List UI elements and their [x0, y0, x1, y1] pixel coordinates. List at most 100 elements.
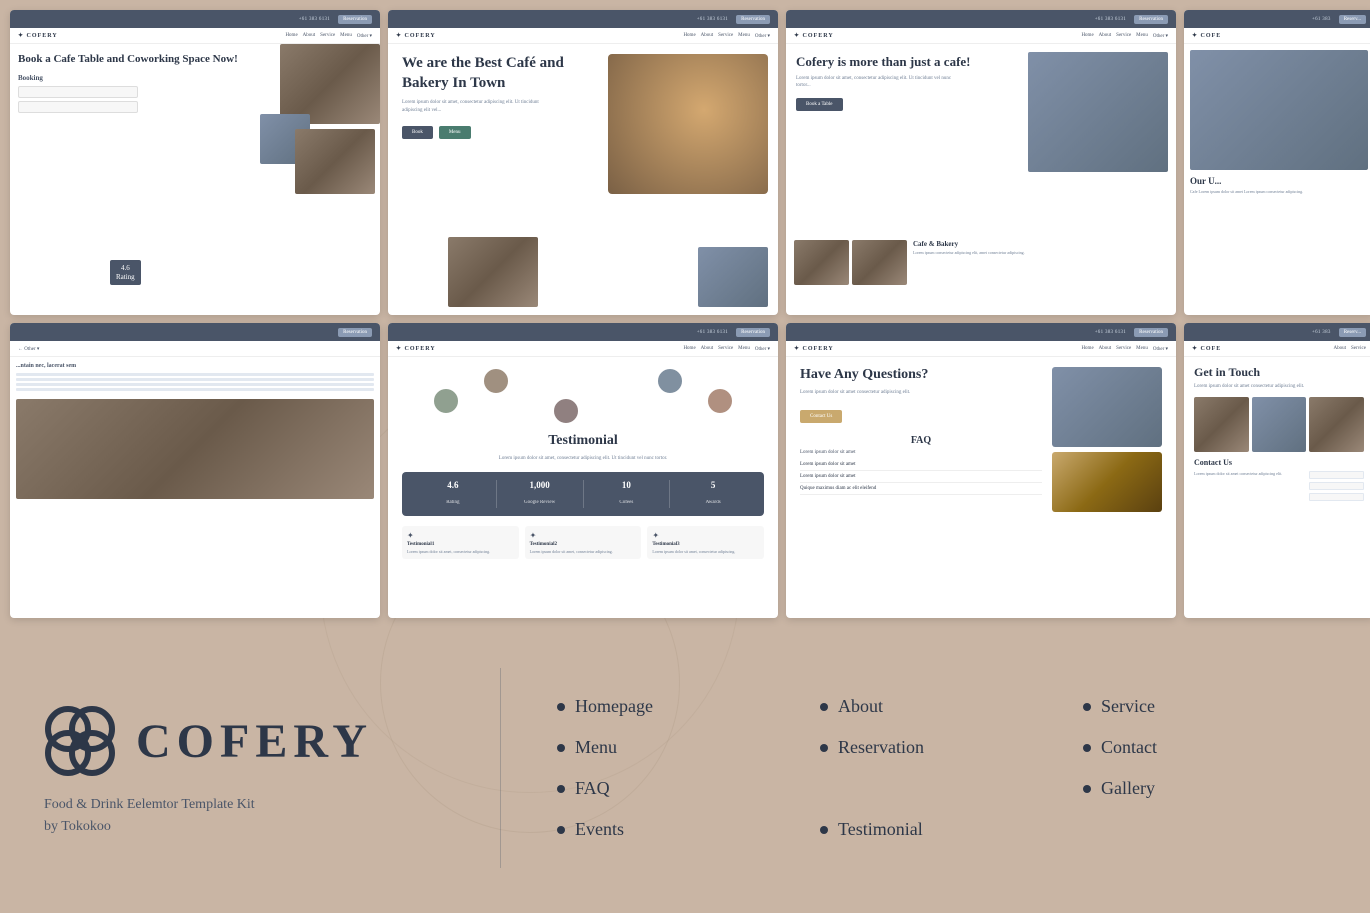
brand-logo: COFERY: [40, 701, 373, 781]
ss6-test-icon1: ✦: [407, 531, 514, 540]
nav-item-service[interactable]: Service: [1067, 686, 1330, 727]
nav-item-faq[interactable]: FAQ: [541, 768, 804, 809]
ss3-nav: ✦ COFERY Home About Service Menu Other ▾: [786, 28, 1176, 44]
ss3-phone: +61 383 6131: [1095, 17, 1126, 22]
ss5-title: ...ntain nec, lacerat sem: [16, 363, 374, 369]
ss6-phone: +61 383 6131: [697, 330, 728, 335]
ss3-nav-other: Other ▾: [1153, 33, 1168, 39]
ss5-nav-other: ← Other ▾: [18, 346, 39, 352]
ss6-stat-awards-value: 5: [674, 480, 752, 490]
ss6-test-icon2: ✦: [530, 531, 637, 540]
ss1-body: Book a Cafe Table and Coworking Space No…: [10, 44, 380, 315]
ss5-person-image: [16, 399, 374, 499]
ss8-gallery-img3: [1309, 397, 1364, 452]
nav-item-contact[interactable]: Contact: [1067, 727, 1330, 768]
ss6-nav-other: Other ▾: [755, 346, 770, 352]
ss5-lines: [16, 373, 374, 391]
ss8-contact-row: Lorem ipsum dolor sit amet consectetur a…: [1194, 471, 1364, 504]
ss7-body: Have Any Questions? Lorem ipsum dolor si…: [786, 357, 1176, 618]
ss6-logo: ✦ COFERY: [396, 345, 436, 352]
ss3-desc: Lorem ipsum dolor sit amet, consectetur …: [796, 75, 956, 90]
ss7-nav: ✦ COFERY Home About Service Menu Other ▾: [786, 341, 1176, 357]
ss6-test-icon3: ✦: [652, 531, 759, 540]
ss1-cafe-image1: [280, 44, 380, 124]
ss3-bakery-text: Cafe & Bakery Lorem ipsum consectetur ad…: [913, 240, 1168, 256]
nav-item-testimonial[interactable]: Testimonial: [804, 809, 1067, 850]
ss6-test-card1: ✦ Testimonial1 Lorem ipsum dolor sit ame…: [402, 526, 519, 559]
ss2-book-btn: Book: [402, 126, 433, 139]
nav-item-homepage[interactable]: Homepage: [541, 686, 804, 727]
nav-label-gallery: Gallery: [1101, 778, 1155, 799]
nav-dot-menu: [557, 744, 565, 752]
ss5-line4: [16, 388, 374, 391]
ss7-nav-about: About: [1099, 346, 1112, 352]
ss4-topbar: +61 383 Reserv...: [1184, 10, 1370, 28]
ss5-nav: ← Other ▾: [10, 341, 380, 357]
ss2-nav-other: Other ▾: [755, 33, 770, 39]
ss6-stat-reviews: 1,000 Google Review: [497, 480, 584, 508]
ss7-nav-service: Service: [1116, 346, 1131, 352]
ss8-nav-service: Service: [1351, 346, 1366, 351]
nav-item-about[interactable]: About: [804, 686, 1067, 727]
ss8-input-message: [1309, 493, 1364, 501]
nav-item-gallery[interactable]: Gallery: [1067, 768, 1330, 809]
ss3-bakery-title: Cafe & Bakery: [913, 240, 1168, 248]
ss7-reservation-btn: Reservation: [1134, 328, 1168, 337]
ss1-input-date: [18, 86, 138, 98]
ss6-avatars: [402, 367, 764, 427]
ss6-nav-service: Service: [718, 346, 733, 352]
ss7-image1: [1052, 367, 1162, 447]
ss3-bakery-desc: Lorem ipsum consectetur adipiscing elit,…: [913, 250, 1168, 256]
ss1-rating-badge: 4.6 Rating: [110, 260, 141, 285]
ss3-body: Cofery is more than just a cafe! Lorem i…: [786, 44, 1176, 315]
ss2-nav: ✦ COFERY Home About Service Menu Other ▾: [388, 28, 778, 44]
ss6-stat-coffees-label: Cofees: [619, 500, 633, 505]
ss2-reservation-btn: Reservation: [736, 15, 770, 24]
vertical-divider: [500, 668, 501, 868]
ss8-input-name: [1309, 471, 1364, 479]
ss2-food-inner: [608, 54, 768, 194]
ss8-gallery-img2: [1252, 397, 1307, 452]
ss2-topbar: +61 383 6131 Reservation: [388, 10, 778, 28]
ss7-faq-item1: Lorem ipsum dolor sit amet: [800, 459, 1042, 471]
ss6-test-desc2: Lorem ipsum dolor sit amet, consectetur …: [530, 549, 637, 554]
ss3-book-btn: Book a Table: [796, 98, 843, 111]
ss6-avatar1: [482, 367, 510, 395]
ss6-stat-rating-value: 4.6: [414, 480, 492, 490]
nav-col3-spacer: [1067, 809, 1330, 850]
ss8-gallery: [1194, 397, 1364, 452]
ss8-nav-links: About Service: [1334, 346, 1367, 351]
ss7-nav-other: Other ▾: [1153, 346, 1168, 352]
nav-dot-gallery: [1083, 785, 1091, 793]
ss2-nav-about: About: [701, 33, 714, 39]
nav-label-testimonial: Testimonial: [838, 819, 923, 840]
ss6-test-title3: Testimonial3: [652, 542, 759, 547]
ss7-logo: ✦ COFERY: [794, 345, 834, 352]
ss7-faq-title: FAQ: [800, 435, 1042, 446]
ss6-topbar: +61 383 6131 Reservation: [388, 323, 778, 341]
ss6-stat-coffees-value: 10: [588, 480, 666, 490]
nav-item-reservation[interactable]: Reservation: [804, 727, 1067, 768]
ss2-nav-menu: Menu: [738, 33, 750, 39]
ss2-nav-links: Home About Service Menu Other ▾: [683, 33, 770, 39]
ss3-nav-about: About: [1099, 33, 1112, 39]
ss3-bakery-img2: [852, 240, 907, 285]
ss6-avatar4: [706, 387, 734, 415]
ss1-topbar: +61 383 6131 Reservation: [10, 10, 380, 28]
ss8-topbar: +61 383 Reserv...: [1184, 323, 1370, 341]
ss1-images: [270, 44, 380, 315]
ss1-nav-menu: Menu: [340, 33, 352, 39]
screenshot-partial-left2: Reservation ← Other ▾ ...ntain nec, lace…: [10, 323, 380, 618]
ss3-logo: ✦ COFERY: [794, 32, 834, 39]
ss6-test-card3: ✦ Testimonial3 Lorem ipsum dolor sit ame…: [647, 526, 764, 559]
nav-item-events[interactable]: Events: [541, 809, 804, 850]
nav-dot-contact: [1083, 744, 1091, 752]
nav-item-menu[interactable]: Menu: [541, 727, 804, 768]
screenshot-faq: +61 383 6131 Reservation ✦ COFERY Home A…: [786, 323, 1176, 618]
ss2-nav-service: Service: [718, 33, 733, 39]
screenshot-contact: +61 383 Reserv... ✦ COFE About Service G…: [1184, 323, 1370, 618]
ss6-stat-awards-label: Awards: [706, 500, 721, 505]
ss4-reservation-btn: Reserv...: [1339, 15, 1366, 24]
ss5-line1: [16, 373, 374, 376]
ss3-topbar: +61 383 6131 Reservation: [786, 10, 1176, 28]
